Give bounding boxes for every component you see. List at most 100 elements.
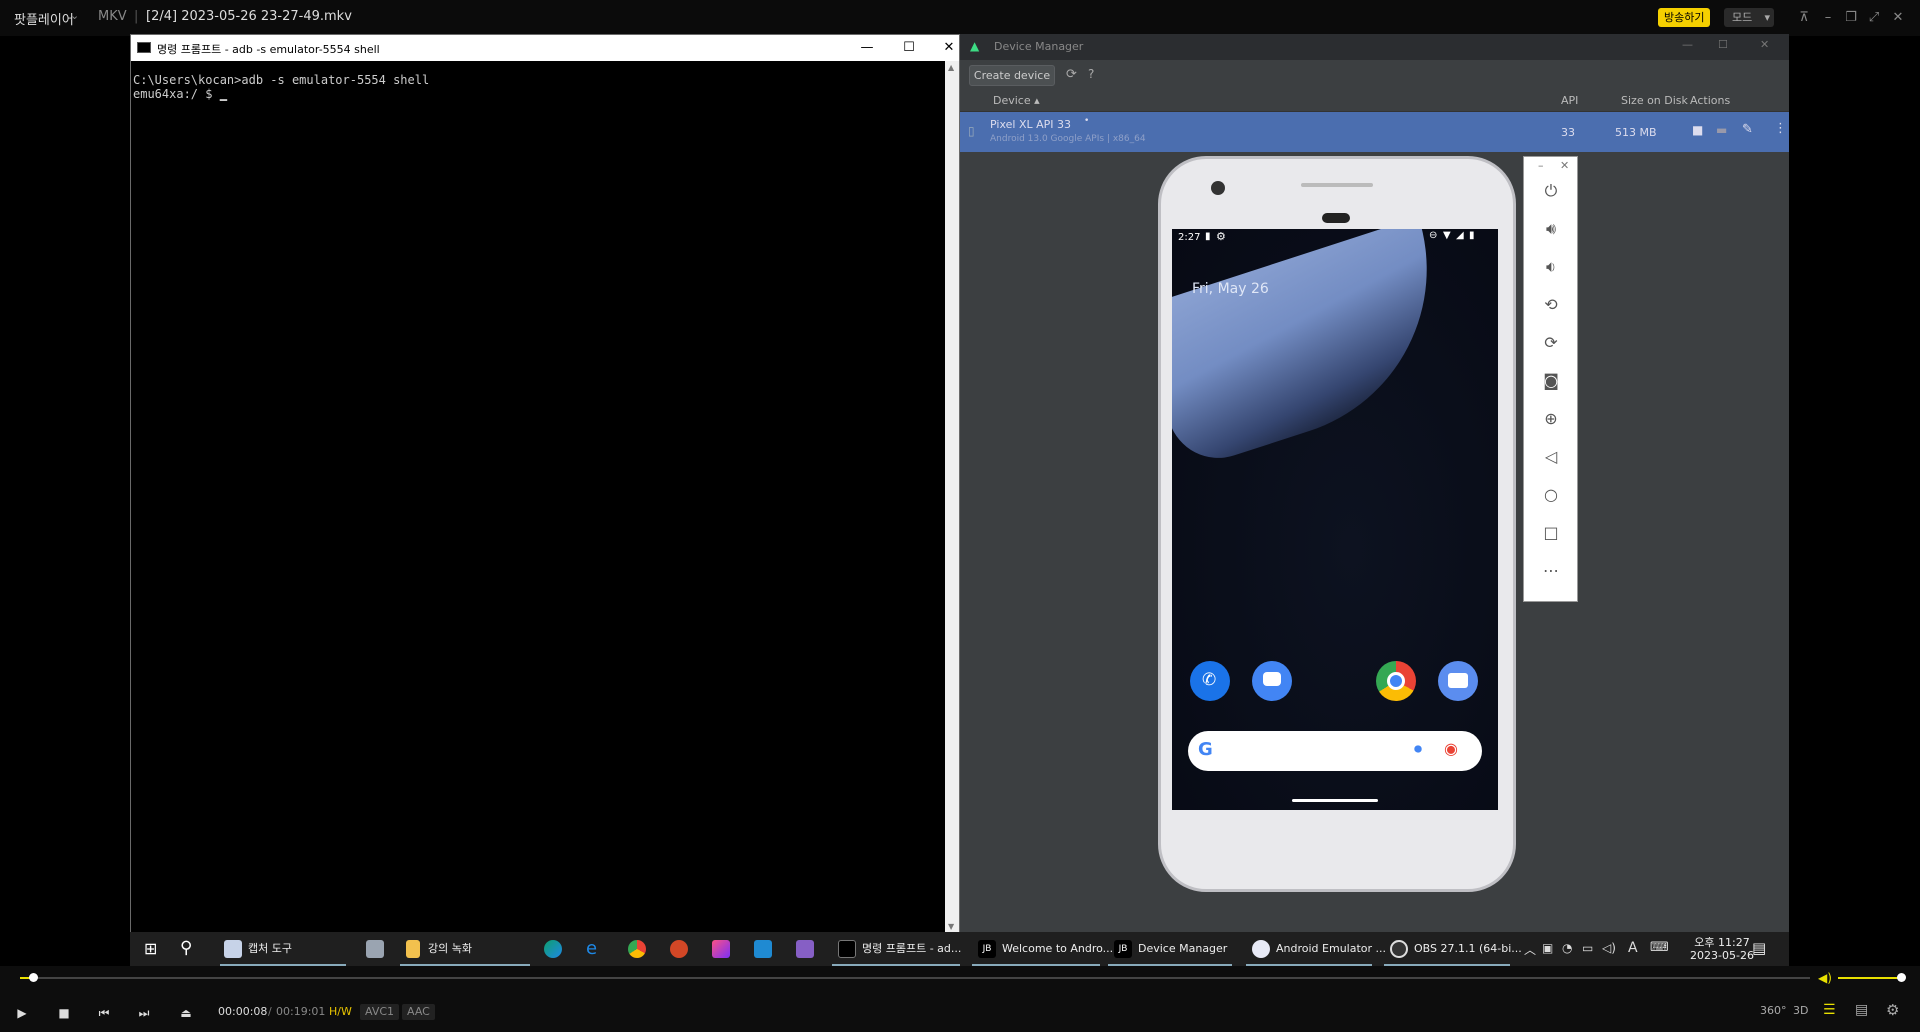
- scroll-down-icon[interactable]: ▼: [948, 922, 954, 931]
- camera-app-icon[interactable]: [1438, 661, 1478, 701]
- restore-icon[interactable]: ❐: [1841, 8, 1861, 28]
- player-app-name[interactable]: 팟플레이어: [14, 9, 74, 28]
- taskbar-item-emulator[interactable]: Android Emulator ...: [1276, 932, 1386, 966]
- volume-icon[interactable]: ◀): [1818, 971, 1832, 985]
- clock-date[interactable]: 2023-05-26: [1682, 949, 1762, 962]
- close-icon[interactable]: ✕: [1760, 38, 1769, 51]
- cmd-title-bar[interactable]: 명령 프롬프트 - adb -s emulator-5554 shell — ☐…: [131, 35, 959, 61]
- jetbrains-icon[interactable]: [712, 940, 730, 958]
- folder-icon[interactable]: ▬: [1716, 123, 1727, 137]
- stop-icon[interactable]: ■: [1692, 123, 1703, 137]
- maximize-icon[interactable]: ☐: [897, 38, 921, 58]
- volume-slider[interactable]: [1838, 973, 1906, 982]
- seek-knob[interactable]: [28, 973, 38, 982]
- taskbar-item-snipping[interactable]: 캡처 도구: [248, 932, 292, 966]
- fullscreen-icon[interactable]: ⤢: [1864, 8, 1884, 28]
- terminal-output[interactable]: C:\Users\kocan>adb -s emulator-5554 shel…: [133, 73, 429, 101]
- cmd-window[interactable]: 명령 프롬프트 - adb -s emulator-5554 shell — ☐…: [130, 34, 960, 934]
- audio-codec-tag[interactable]: AAC: [402, 1004, 435, 1020]
- tray-app-icon[interactable]: ▣: [1542, 941, 1553, 955]
- taskbar-item-lecture[interactable]: 강의 녹화: [428, 932, 472, 966]
- next-icon[interactable]: ⏭: [132, 1002, 156, 1024]
- volume-down-icon[interactable]: 🔉︎: [1536, 253, 1566, 281]
- stop-icon[interactable]: ■: [52, 1002, 76, 1024]
- google-search-bar[interactable]: G ⏺ ◉: [1188, 731, 1482, 771]
- volume-knob[interactable]: [1897, 973, 1906, 982]
- messages-app-icon[interactable]: [1252, 661, 1292, 701]
- keyboard-icon[interactable]: ⌨: [1650, 940, 1669, 955]
- playlist-search-icon[interactable]: ☰: [1823, 1002, 1836, 1018]
- chrome-app-icon[interactable]: [1376, 661, 1416, 701]
- dm-title-bar[interactable]: ▲ Device Manager — ☐ ✕: [960, 34, 1789, 60]
- column-device[interactable]: Device ▴: [993, 94, 1040, 107]
- broadcast-button[interactable]: 방송하기: [1658, 8, 1711, 27]
- help-icon[interactable]: ?: [1088, 67, 1094, 81]
- network-icon[interactable]: ◔: [1562, 941, 1572, 955]
- taskbar-item-cmd[interactable]: 명령 프롬프트 - ad...: [862, 932, 961, 966]
- rotate-right-icon[interactable]: ⟳: [1536, 329, 1566, 357]
- close-icon[interactable]: ✕: [937, 38, 961, 58]
- mic-icon[interactable]: ⏺: [1414, 739, 1422, 759]
- earpiece: [1322, 213, 1350, 223]
- taskbar-item-device-manager[interactable]: Device Manager: [1138, 932, 1227, 966]
- taskbar-item-welcome[interactable]: Welcome to Andro...: [1002, 932, 1113, 966]
- visual-studio-icon[interactable]: [796, 940, 814, 958]
- edit-icon[interactable]: ✎: [1742, 122, 1753, 137]
- pin-icon[interactable]: ⊼: [1794, 8, 1814, 28]
- app-icon[interactable]: [366, 940, 384, 958]
- close-icon[interactable]: ✕: [1888, 8, 1908, 28]
- panel-icon[interactable]: ▤: [1855, 1002, 1868, 1018]
- mode-button[interactable]: 모드 ▾: [1724, 8, 1774, 27]
- power-icon[interactable]: ⏻: [1536, 177, 1566, 205]
- screenshot-icon[interactable]: ◙: [1536, 367, 1566, 395]
- clock-time[interactable]: 오후 11:27: [1682, 934, 1762, 950]
- hw-tag[interactable]: H/W: [324, 1004, 357, 1020]
- phone-app-icon[interactable]: ✆: [1190, 661, 1230, 701]
- powerpoint-icon[interactable]: [670, 940, 688, 958]
- device-row[interactable]: ▯ Pixel XL API 33 • Android 13.0 Google …: [960, 112, 1789, 152]
- chevron-down-icon[interactable]: ⌄: [70, 9, 79, 22]
- ie-icon[interactable]: e: [586, 940, 604, 958]
- video-codec-tag[interactable]: AVC1: [360, 1004, 400, 1020]
- back-icon[interactable]: ◁: [1536, 443, 1566, 471]
- notification-icon[interactable]: ▤: [1752, 939, 1766, 957]
- rotate-left-icon[interactable]: ⟲: [1536, 291, 1566, 319]
- speaker-icon[interactable]: ◁): [1602, 941, 1616, 955]
- 3d-button[interactable]: 3D: [1793, 1004, 1808, 1017]
- minimize-icon[interactable]: —: [1682, 38, 1693, 51]
- vr360-button[interactable]: 360°: [1760, 1004, 1787, 1017]
- create-device-button[interactable]: Create device: [969, 65, 1055, 86]
- volume-up-icon[interactable]: 🔊︎: [1536, 215, 1566, 243]
- minimize-icon[interactable]: –: [1818, 8, 1838, 28]
- maximize-icon[interactable]: ☐: [1718, 38, 1728, 51]
- scroll-up-icon[interactable]: ▲: [948, 63, 954, 72]
- battery-icon[interactable]: ▭: [1582, 941, 1593, 955]
- minimize-icon[interactable]: –: [1538, 159, 1544, 172]
- settings-gear-icon[interactable]: ⚙: [1886, 1001, 1899, 1019]
- search-icon[interactable]: ⚲: [180, 938, 192, 958]
- zoom-icon[interactable]: ⊕: [1536, 405, 1566, 433]
- play-icon[interactable]: ▶: [10, 1002, 34, 1024]
- more-icon[interactable]: ⋯: [1536, 557, 1566, 585]
- minimize-icon[interactable]: —: [855, 38, 879, 58]
- scrollbar[interactable]: ▲ ▼: [945, 61, 959, 933]
- previous-icon[interactable]: ⏮: [92, 1002, 116, 1024]
- home-gesture-bar[interactable]: [1292, 799, 1378, 802]
- seek-bar[interactable]: [20, 973, 1810, 982]
- tray-chevron-icon[interactable]: ︿: [1524, 941, 1536, 958]
- more-vertical-icon[interactable]: ⋮: [1774, 121, 1787, 136]
- windows-start-icon[interactable]: ⊞: [144, 939, 157, 958]
- chrome-icon[interactable]: [628, 940, 646, 958]
- ime-indicator[interactable]: A: [1628, 940, 1638, 956]
- vscode-icon[interactable]: [754, 940, 772, 958]
- refresh-icon[interactable]: ⟳: [1066, 67, 1077, 82]
- close-icon[interactable]: ✕: [1560, 159, 1569, 172]
- eject-icon[interactable]: ⏏: [174, 1002, 198, 1024]
- home-icon[interactable]: ○: [1536, 481, 1566, 509]
- lens-icon[interactable]: ◉: [1444, 739, 1458, 758]
- phone-screen[interactable]: 2:27 ▮ ⚙ ⊖ ▼ ◢ ▮ Fri, May 26 ✆ G ⏺ ◉: [1172, 229, 1498, 810]
- divider: |: [134, 9, 139, 24]
- overview-icon[interactable]: □: [1536, 519, 1566, 547]
- taskbar-item-obs[interactable]: OBS 27.1.1 (64-bi...: [1414, 932, 1522, 966]
- edge-icon[interactable]: [544, 940, 562, 958]
